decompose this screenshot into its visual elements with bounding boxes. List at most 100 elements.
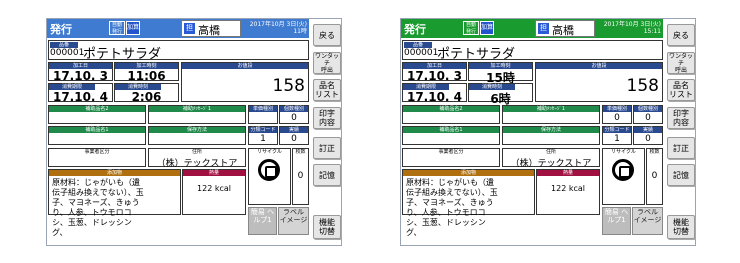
operator-box[interactable]: 担 高橋 [535, 20, 595, 37]
additives-value: 原材料：じゃがいも（遺伝子組み換えでない）、玉子、マヨネーズ、きゅうり、人参、ト… [52, 178, 144, 237]
count-type-field[interactable]: 個数種別 0 [633, 105, 663, 124]
aux-message1-label: 補助ﾒｯｾｰｼﾞ1 [149, 106, 245, 112]
discount-field[interactable]: 実績 0 [279, 126, 309, 145]
aux-name2-label: 補助品名2 [403, 106, 499, 112]
address-field[interactable]: 住所 （株）テックストア [502, 148, 600, 169]
additives-label: 添加物 [403, 170, 534, 176]
simple-help-button[interactable]: 簡易 ヘルプ1 [602, 207, 631, 235]
quantity-field[interactable]: 枚数 0 [646, 148, 663, 205]
datetime: 2017年10月 3日(火) 11時 [249, 21, 307, 35]
operator-icon: 担 [538, 23, 549, 34]
aux-name1-label: 補助品名1 [49, 127, 145, 133]
aux-message1-field[interactable]: 補助ﾒｯｾｰｼﾞ1 [502, 105, 600, 124]
label-issue-screen-right: 発行 自動 発行 加算 担 高橋 2017年10月 3日(火) 15:11 品番… [400, 18, 696, 246]
function-switch-button[interactable]: 機能 切替 [667, 215, 695, 239]
memory-button[interactable]: 記憶 [313, 164, 341, 186]
plu-code: 000001 [50, 48, 85, 58]
recycle-field[interactable]: リサイクル [248, 148, 291, 205]
aux-message1-field[interactable]: 補助ﾒｯｾｰｼﾞ1 [148, 105, 246, 124]
expiry-date-field[interactable]: 消費期限 17.10. 4 [48, 83, 113, 104]
count-type-value: 0 [291, 113, 297, 123]
calories-field[interactable]: 熱量 122 kcal [536, 169, 600, 215]
plu-field[interactable]: 品番 000001 ポテトサラダ [48, 40, 309, 62]
expiry-time-field[interactable]: 消費時刻 2:06 [114, 83, 179, 104]
unit-type-field[interactable]: 単価種別 0 [602, 105, 632, 124]
storage-method-field[interactable]: 保存方法 [502, 126, 600, 145]
label-issue-screen-left: 発行 自動 発行 加算 担 高橋 2017年10月 3日(火) 11時 品番 0… [46, 18, 342, 246]
processing-date-value: 17.10. 3 [52, 69, 109, 83]
discount-value: 0 [645, 134, 651, 144]
correct-button[interactable]: 訂正 [667, 137, 695, 159]
expiry-date-field[interactable]: 消費期限 17.10. 4 [402, 83, 467, 104]
aux-name2-field[interactable]: 補助品名2 [402, 105, 500, 124]
onetouch-call-button[interactable]: ワンタッチ 呼出 [313, 52, 341, 74]
count-type-label: 個数種別 [634, 106, 662, 112]
plu-field[interactable]: 品番 000001 ポテトサラダ [402, 40, 663, 62]
business-class-field[interactable]: 事業者区分 [48, 148, 146, 167]
storage-method-field[interactable]: 保存方法 [148, 126, 246, 145]
quantity-field[interactable]: 枚数 0 [292, 148, 309, 205]
recycle-field[interactable]: リサイクル [602, 148, 645, 205]
calories-label: 熱量 [183, 170, 245, 176]
plu-code: 000001 [404, 48, 439, 58]
aux-name1-field[interactable]: 補助品名1 [402, 126, 500, 145]
price-value: 158 [272, 76, 305, 96]
expiry-date-value: 17.10. 4 [52, 90, 109, 104]
operator-icon: 担 [184, 23, 195, 34]
count-type-value: 0 [645, 113, 651, 123]
mode-label: 発行 [404, 23, 426, 36]
processing-time-value: 11:06 [127, 69, 166, 83]
label-image-button[interactable]: ラベル イメージ [278, 207, 309, 235]
function-switch-button[interactable]: 機能 切替 [313, 215, 341, 239]
additives-field[interactable]: 添加物 原材料：じゃがいも（遺伝子組み換えでない）、玉子、マヨネーズ、きゅうり、… [48, 169, 181, 237]
processing-date-value: 17.10. 3 [406, 69, 463, 83]
processing-time-field[interactable]: 加工時刻 15時 [468, 62, 533, 85]
label-image-button[interactable]: ラベル イメージ [632, 207, 663, 235]
class-code-field[interactable]: 分類コード 1 [602, 126, 632, 145]
class-code-field[interactable]: 分類コード 1 [248, 126, 278, 145]
quantity-value: 0 [651, 171, 658, 181]
calories-value: 122 kcal [551, 184, 585, 193]
processing-time-field[interactable]: 加工時刻 11:06 [114, 62, 179, 83]
calories-field[interactable]: 熱量 122 kcal [182, 169, 246, 215]
storage-method-label: 保存方法 [503, 127, 599, 133]
add-flag: 加算 [480, 21, 494, 35]
processing-date-field[interactable]: 加工日 17.10. 3 [48, 62, 113, 83]
print-content-button[interactable]: 印字 内容 [667, 107, 695, 129]
additives-value: 原材料：じゃがいも（遺伝子組み換えでない）、玉子、マヨネーズ、きゅうり、人参、ト… [406, 178, 498, 237]
back-button[interactable]: 戻る [313, 24, 341, 46]
price-field[interactable]: お値段 158 [535, 62, 663, 102]
count-type-field[interactable]: 個数種別 0 [279, 105, 309, 124]
additives-field[interactable]: 添加物 原材料：じゃがいも（遺伝子組み換えでない）、玉子、マヨネーズ、きゅうり、… [402, 169, 535, 237]
memory-button[interactable]: 記憶 [667, 164, 695, 186]
price-value: 158 [626, 76, 659, 96]
price-label: お値段 [536, 63, 662, 69]
unit-type-label: 単価種別 [603, 106, 631, 112]
simple-help-button[interactable]: 簡易 ヘルプ1 [248, 207, 277, 235]
aux-name1-label: 補助品名1 [403, 127, 499, 133]
aux-name2-field[interactable]: 補助品名2 [48, 105, 146, 124]
processing-date-field[interactable]: 加工日 17.10. 3 [402, 62, 467, 83]
product-name: ポテトサラダ [437, 47, 516, 62]
plu-list-button[interactable]: 品名 リスト [667, 79, 695, 101]
unit-type-value: 0 [614, 113, 620, 123]
address-label: 住所 [191, 149, 202, 155]
expiry-time-field[interactable]: 消費時刻 6時 [468, 83, 533, 106]
print-content-button[interactable]: 印字 内容 [313, 107, 341, 129]
recycle-icon [258, 159, 280, 181]
operator-box[interactable]: 担 高橋 [181, 20, 241, 37]
price-field[interactable]: お値段 158 [181, 62, 309, 102]
operator-name: 高橋 [552, 24, 574, 37]
onetouch-call-button[interactable]: ワンタッチ 呼出 [667, 52, 695, 74]
discount-field[interactable]: 実績 0 [633, 126, 663, 145]
business-class-field[interactable]: 事業者区分 [402, 148, 500, 167]
unit-type-field[interactable]: 単価種別 [248, 105, 278, 124]
back-button[interactable]: 戻る [667, 24, 695, 46]
address-field[interactable]: 住所 （株）テックストア [148, 148, 246, 169]
address-value: （株）テックストア [156, 159, 238, 169]
correct-button[interactable]: 訂正 [313, 137, 341, 159]
unit-type-label: 単価種別 [249, 106, 277, 112]
class-code-label: 分類コード [603, 127, 631, 133]
plu-list-button[interactable]: 品名 リスト [313, 79, 341, 101]
aux-name1-field[interactable]: 補助品名1 [48, 126, 146, 145]
